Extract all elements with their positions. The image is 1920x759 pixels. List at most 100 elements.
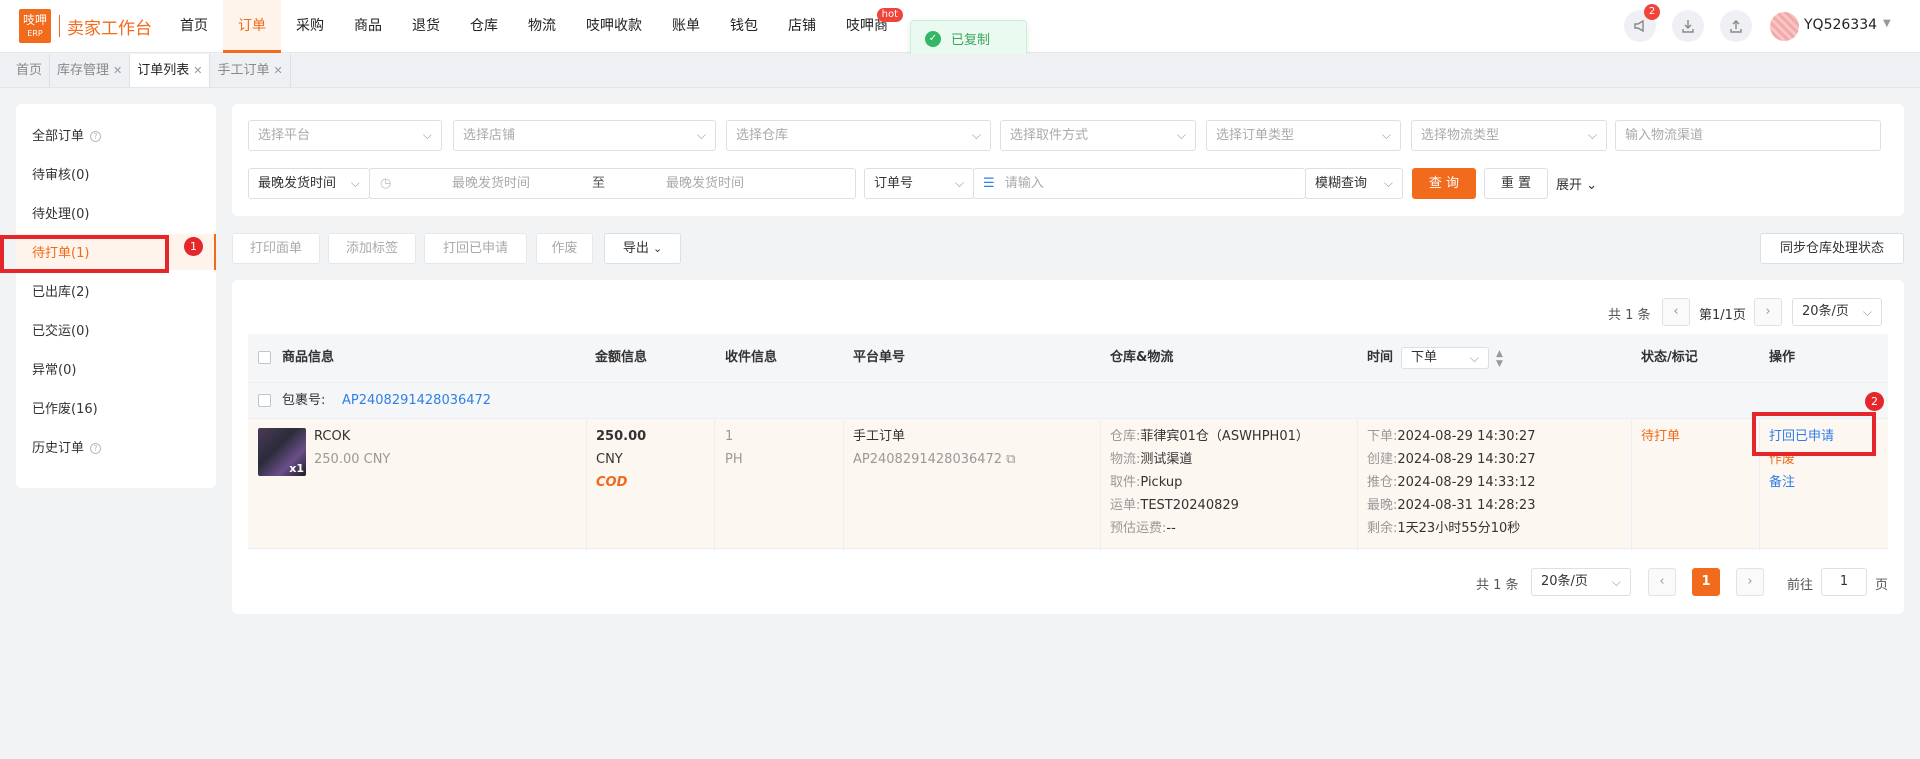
void-button[interactable]: 作废: [536, 233, 593, 264]
chevron-down-icon: ⌄: [1586, 178, 1598, 193]
platform-order-number-text: AP2408291428036472: [853, 452, 1003, 467]
page-size-select-top[interactable]: 20条/页 ⌵: [1792, 298, 1882, 326]
nav-orders[interactable]: 订单: [223, 0, 281, 53]
user-menu-chevron-icon[interactable]: ▼: [1883, 18, 1891, 29]
prev-page-icon[interactable]: ‹: [1648, 568, 1676, 596]
order-type-select[interactable]: 选择订单类型 ⌵: [1206, 120, 1401, 151]
sort-arrows-icon[interactable]: ▲ ▼: [1496, 349, 1503, 369]
sidebar-item-exception[interactable]: 异常(0): [32, 356, 76, 386]
sidebar-item-shipped[interactable]: 已出库(2): [32, 278, 89, 308]
notification-icon[interactable]: 2: [1624, 4, 1660, 42]
close-icon[interactable]: ✕: [274, 64, 283, 77]
print-label-button[interactable]: 打印面单: [232, 233, 320, 264]
batch-list-icon[interactable]: ☰: [983, 176, 995, 191]
column-warehouse-logistics: 仓库&物流: [1110, 350, 1174, 365]
product-name: RCOK: [314, 429, 351, 444]
app-logo[interactable]: 吱呷 ERP: [19, 9, 51, 43]
warehouse-line: 仓库:菲律宾01仓（ASWHPH01）: [1110, 425, 1309, 448]
time-remaining: 剩余:1天23小时55分10秒: [1367, 517, 1520, 540]
page-tab-manual-order[interactable]: 手工订单 ✕: [210, 54, 291, 87]
column-time: 时间: [1367, 350, 1394, 365]
toast-text: 已复制: [951, 33, 991, 48]
chevron-down-icon: ⌵: [954, 176, 964, 190]
help-icon[interactable]: ?: [90, 131, 102, 142]
query-button[interactable]: 查 询: [1412, 168, 1476, 199]
table-row: x1 RCOK 250.00 CNY 250.00 CNY COD 1 PH 手…: [248, 418, 1888, 550]
nav-mall[interactable]: 吱呷商 hot: [831, 0, 903, 53]
sidebar-item-history[interactable]: 历史订单?: [32, 434, 102, 464]
add-tag-button[interactable]: 添加标签: [328, 233, 416, 264]
nav-payments[interactable]: 吱呷收款: [571, 0, 657, 53]
reset-button[interactable]: 重 置: [1484, 168, 1548, 199]
upload-icon[interactable]: [1720, 10, 1752, 42]
payment-method-badge: COD: [596, 475, 628, 490]
field-key: 剩余:: [1367, 521, 1398, 536]
receiver-quantity: 1: [725, 429, 734, 444]
package-checkbox[interactable]: [258, 394, 271, 407]
column-divider: [843, 419, 844, 550]
shop-select[interactable]: 选择店铺 ⌵: [453, 120, 716, 151]
product-image[interactable]: x1: [258, 428, 306, 476]
field-value: 2024-08-29 14:30:27: [1397, 452, 1536, 467]
select-all-checkbox[interactable]: [258, 351, 271, 364]
clock-icon: ◷: [380, 176, 392, 191]
nav-logistics[interactable]: 物流: [513, 0, 571, 53]
avatar[interactable]: [1770, 12, 1799, 41]
sync-warehouse-status-button[interactable]: 同步仓库处理状态: [1760, 233, 1904, 264]
sidebar-item-voided[interactable]: 已作废(16): [32, 395, 98, 425]
date-range-picker[interactable]: ◷ 最晚发货时间 至 最晚发货时间: [369, 168, 856, 199]
input-placeholder: 请输入: [1004, 176, 1044, 191]
nav-bills[interactable]: 账单: [657, 0, 715, 53]
page-tab-order-list[interactable]: 订单列表 ✕: [130, 54, 211, 87]
nav-returns[interactable]: 退货: [397, 0, 455, 53]
nav-purchase[interactable]: 采购: [281, 0, 339, 53]
sidebar-item-all[interactable]: 全部订单?: [32, 122, 102, 152]
search-field-select[interactable]: 订单号 ⌵: [864, 168, 974, 199]
logistics-channel-input[interactable]: 输入物流渠道: [1615, 120, 1881, 151]
sidebar-item-handed-over[interactable]: 已交运(0): [32, 317, 89, 347]
time-sort-select[interactable]: 下单 ⌵: [1401, 347, 1489, 369]
page-number-current[interactable]: 1: [1692, 568, 1720, 596]
next-page-icon[interactable]: ›: [1736, 568, 1764, 596]
keyword-input[interactable]: ☰ 请输入: [973, 168, 1306, 199]
package-number-link[interactable]: AP2408291428036472: [342, 389, 491, 412]
nav-warehouse[interactable]: 仓库: [455, 0, 513, 53]
help-icon[interactable]: ?: [90, 443, 102, 454]
copy-icon[interactable]: ⧉: [1006, 452, 1015, 467]
recall-applied-button[interactable]: 打回已申请: [424, 233, 527, 264]
logistics-type-select[interactable]: 选择物流类型 ⌵: [1411, 120, 1607, 151]
page-tab-home[interactable]: 首页: [9, 54, 51, 87]
username[interactable]: YQ526334: [1804, 17, 1877, 33]
goto-label: 前往: [1787, 578, 1814, 593]
nav-wallet[interactable]: 钱包: [715, 0, 773, 53]
nav-home[interactable]: 首页: [165, 0, 223, 53]
export-button[interactable]: 导出 ⌄: [604, 233, 681, 264]
filter-panel: 选择平台 ⌵ 选择店铺 ⌵ 选择仓库 ⌵ 选择取件方式 ⌵ 选择订单类型 ⌵ 选择物流类型…: [232, 104, 1904, 216]
platform-select[interactable]: 选择平台 ⌵: [248, 120, 442, 151]
match-mode-select[interactable]: 模糊查询 ⌵: [1305, 168, 1403, 199]
time-type-select[interactable]: 最晚发货时间 ⌵: [248, 168, 370, 199]
warehouse-select[interactable]: 选择仓库 ⌵: [726, 120, 991, 151]
column-operations: 操作: [1769, 350, 1796, 365]
sidebar-item-pending-review[interactable]: 待审核(0): [32, 161, 89, 191]
order-table-panel: 共 1 条 ‹ 第1/1页 › 20条/页 ⌵ 商品信息 金额信息 收件信息 平台…: [232, 280, 1904, 614]
column-divider: [1100, 419, 1101, 550]
prev-page-icon[interactable]: ‹: [1662, 298, 1690, 326]
page-tab-label: 首页: [16, 63, 43, 78]
page-tab-inventory[interactable]: 库存管理 ✕: [50, 54, 131, 87]
close-icon[interactable]: ✕: [113, 64, 122, 77]
select-value: 订单号: [874, 176, 914, 191]
close-icon[interactable]: ✕: [193, 64, 202, 77]
nav-products[interactable]: 商品: [339, 0, 397, 53]
column-divider: [714, 419, 715, 550]
goto-page-input[interactable]: 1: [1821, 568, 1867, 596]
pickup-select[interactable]: 选择取件方式 ⌵: [1000, 120, 1196, 151]
expand-toggle[interactable]: 展开 ⌄: [1556, 174, 1597, 193]
download-icon[interactable]: [1672, 10, 1704, 42]
page-size-select-bottom[interactable]: 20条/页 ⌵: [1531, 568, 1631, 596]
field-key: 运单:: [1110, 498, 1141, 513]
nav-shops[interactable]: 店铺: [773, 0, 831, 53]
note-link[interactable]: 备注: [1769, 471, 1795, 494]
sidebar-item-pending-process[interactable]: 待处理(0): [32, 200, 89, 230]
next-page-icon[interactable]: ›: [1754, 298, 1782, 326]
